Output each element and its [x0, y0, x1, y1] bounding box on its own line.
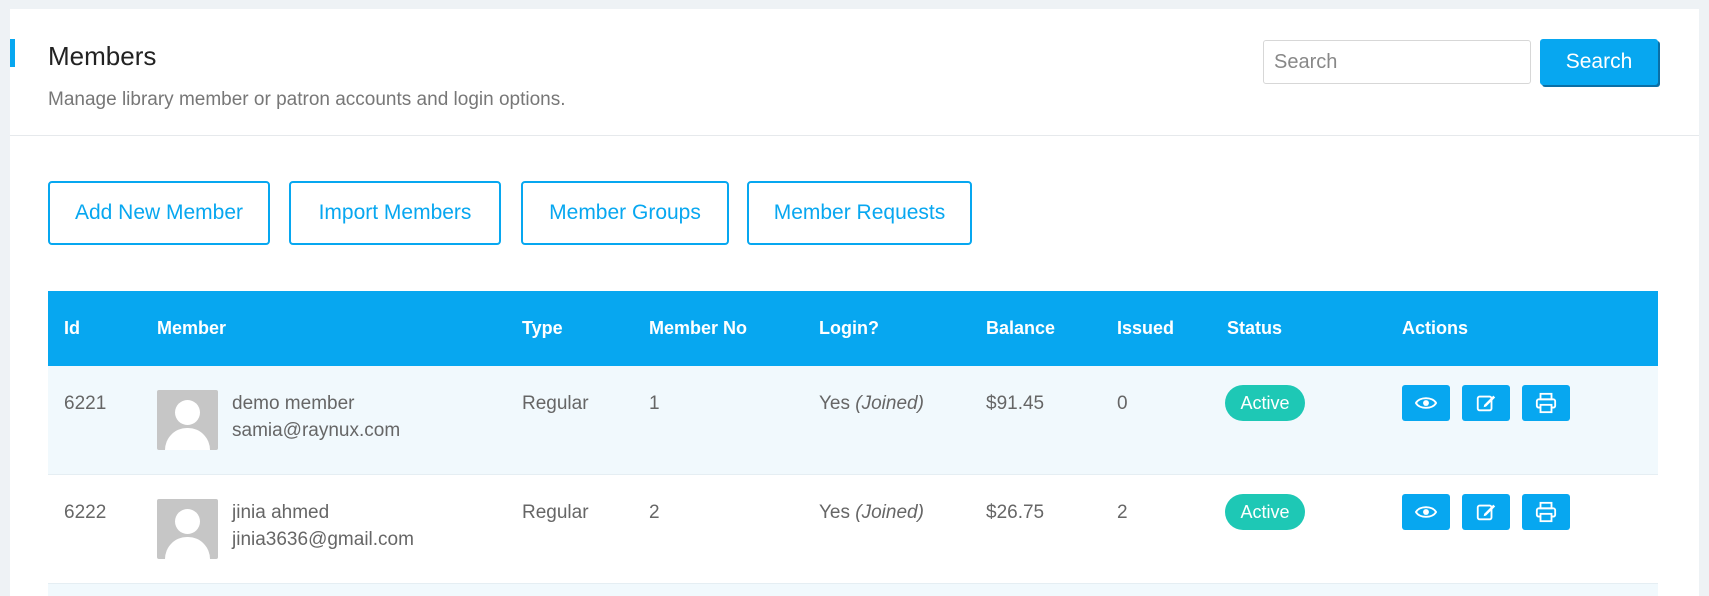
- column-header-issued[interactable]: Issued: [1117, 318, 1174, 339]
- column-header-login[interactable]: Login?: [819, 318, 879, 339]
- member-type: Regular: [522, 502, 589, 523]
- member-requests-button[interactable]: Member Requests: [747, 181, 972, 245]
- member-name[interactable]: demo member: [232, 393, 355, 415]
- print-button[interactable]: [1522, 385, 1570, 421]
- member-number: 2: [649, 502, 660, 523]
- import-members-button[interactable]: Import Members: [289, 181, 501, 245]
- search-button[interactable]: Search: [1540, 39, 1658, 85]
- eye-icon: [1415, 506, 1437, 518]
- member-balance: $91.45: [986, 393, 1045, 414]
- issued-count: 2: [1117, 502, 1128, 523]
- print-icon: [1535, 501, 1557, 523]
- member-id: 6221: [64, 393, 107, 414]
- table-row-partial: [48, 584, 1658, 596]
- member-type: Regular: [522, 393, 589, 414]
- member-name[interactable]: jinia ahmed: [232, 502, 329, 524]
- status-badge: Active: [1225, 385, 1305, 421]
- table-row: 6222 jinia ahmed jinia3636@gmail.com Reg…: [48, 475, 1658, 584]
- members-table: Id Member Type Member No Login? Balance …: [48, 291, 1658, 596]
- page-title: Members: [48, 41, 157, 71]
- member-email: jinia3636@gmail.com: [232, 529, 414, 550]
- issued-count: 0: [1117, 393, 1128, 414]
- edit-button[interactable]: [1462, 385, 1510, 421]
- add-new-member-button[interactable]: Add New Member: [48, 181, 270, 245]
- edit-icon: [1476, 504, 1496, 521]
- edit-button[interactable]: [1462, 494, 1510, 530]
- avatar: [157, 499, 218, 559]
- status-badge: Active: [1225, 494, 1305, 530]
- search-input[interactable]: [1263, 40, 1531, 84]
- view-button[interactable]: [1402, 385, 1450, 421]
- avatar: [157, 390, 218, 450]
- member-groups-button[interactable]: Member Groups: [521, 181, 729, 245]
- login-status: Yes (Joined): [819, 393, 924, 414]
- members-panel: Members Manage library member or patron …: [10, 9, 1699, 596]
- table-row: 6221 demo member samia@raynux.com Regula…: [48, 366, 1658, 475]
- header-accent-bar: [10, 39, 15, 67]
- column-header-actions: Actions: [1402, 318, 1469, 338]
- member-email: samia@raynux.com: [232, 420, 401, 441]
- edit-icon: [1476, 395, 1496, 412]
- column-header-member-no[interactable]: Member No: [649, 318, 747, 339]
- column-header-id[interactable]: Id: [64, 318, 80, 339]
- member-id: 6222: [64, 502, 107, 523]
- column-header-status[interactable]: Status: [1227, 318, 1282, 339]
- print-icon: [1535, 392, 1557, 414]
- table-header: Id Member Type Member No Login? Balance …: [48, 291, 1658, 366]
- column-header-member[interactable]: Member: [157, 318, 226, 339]
- login-status: Yes (Joined): [819, 502, 924, 523]
- member-number: 1: [649, 393, 660, 414]
- view-button[interactable]: [1402, 494, 1450, 530]
- page-header: Members Manage library member or patron …: [10, 9, 1699, 136]
- page-subtitle: Manage library member or patron accounts…: [48, 89, 566, 110]
- column-header-balance[interactable]: Balance: [986, 318, 1055, 339]
- member-balance: $26.75: [986, 502, 1045, 523]
- eye-icon: [1415, 397, 1437, 409]
- print-button[interactable]: [1522, 494, 1570, 530]
- column-header-type[interactable]: Type: [522, 318, 563, 339]
